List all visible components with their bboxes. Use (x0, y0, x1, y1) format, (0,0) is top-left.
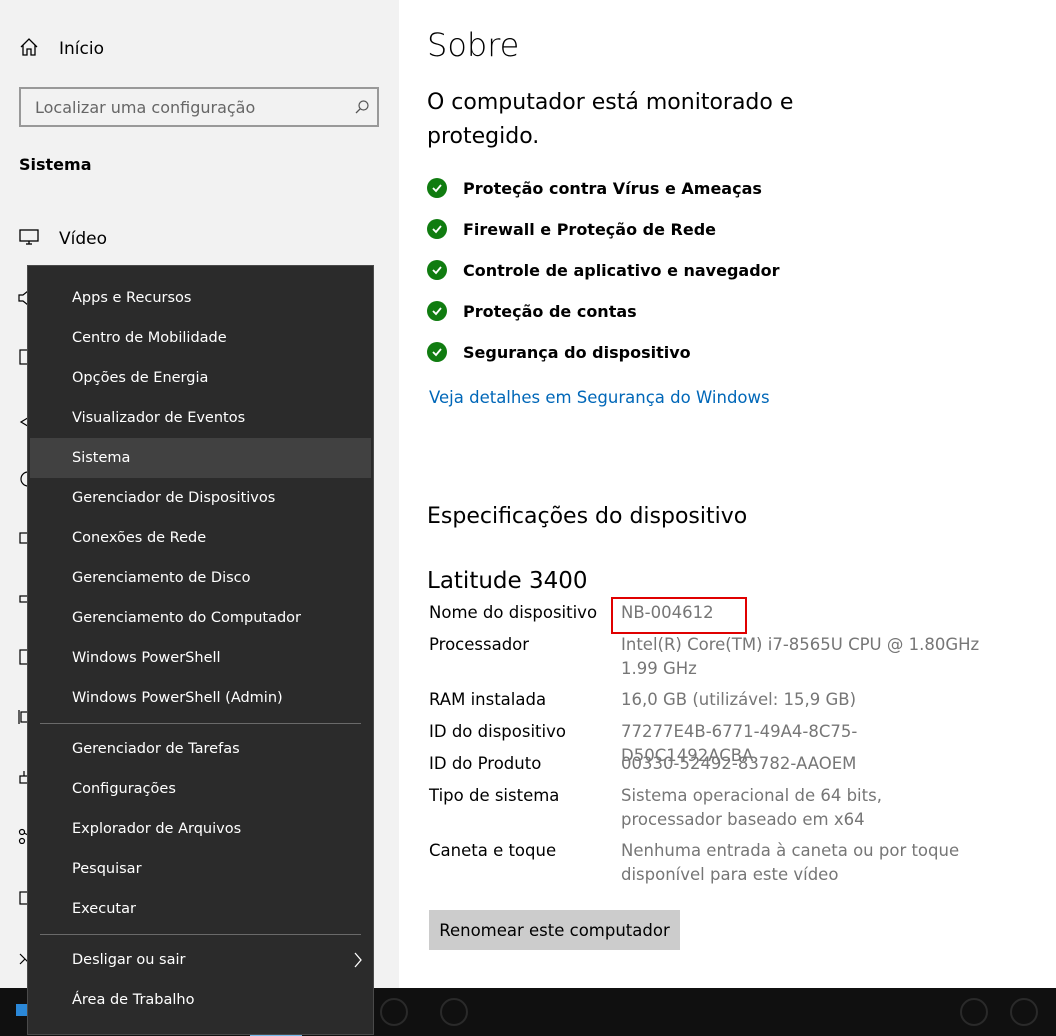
spec-key: Nome do dispositivo (429, 603, 598, 622)
check-circle-icon (427, 260, 447, 280)
taskbar-app-icon[interactable] (380, 998, 408, 1026)
windows-security-link[interactable]: Veja detalhes em Segurança do Windows (429, 388, 770, 407)
check-circle-icon (427, 342, 447, 362)
menu-item-powershell-admin[interactable]: Windows PowerShell (Admin) (30, 678, 371, 718)
menu-item-power-options[interactable]: Opções de Energia (30, 358, 371, 398)
menu-item-apps[interactable]: Apps e Recursos (30, 278, 371, 318)
menu-item-mobility-center[interactable]: Centro de Mobilidade (30, 318, 371, 358)
winx-context-menu: Apps e Recursos Centro de Mobilidade Opç… (27, 265, 374, 1035)
spec-key: ID do dispositivo (429, 722, 566, 741)
security-item-label: Segurança do dispositivo (463, 343, 691, 362)
security-item: Controle de aplicativo e navegador (427, 256, 780, 297)
menu-item-network-connections[interactable]: Conexões de Rede (30, 518, 371, 558)
security-item-label: Proteção de contas (463, 302, 637, 321)
menu-item-event-viewer[interactable]: Visualizador de Eventos (30, 398, 371, 438)
security-item-label: Controle de aplicativo e navegador (463, 261, 780, 280)
chevron-right-icon (353, 952, 363, 972)
device-name-highlight-box (611, 597, 747, 634)
device-model: Latitude 3400 (427, 568, 588, 594)
search-placeholder: Localizar uma configuração (35, 97, 256, 117)
menu-item-desktop[interactable]: Área de Trabalho (30, 980, 371, 1020)
monitor-icon (19, 228, 39, 250)
search-icon (347, 99, 377, 115)
nav-item-video[interactable]: Vídeo (19, 224, 107, 254)
menu-separator (40, 934, 361, 935)
menu-item-shutdown[interactable]: Desligar ou sair (30, 940, 371, 980)
nav-home[interactable]: Início (19, 34, 104, 64)
security-item-label: Firewall e Proteção de Rede (463, 220, 716, 239)
spec-value: Intel(R) Core(TM) i7-8565U CPU @ 1.80GHz… (621, 635, 980, 678)
security-item: Firewall e Proteção de Rede (427, 215, 780, 256)
menu-item-search[interactable]: Pesquisar (30, 849, 371, 889)
check-circle-icon (427, 178, 447, 198)
nav-home-label: Início (59, 39, 104, 59)
settings-search-input[interactable]: Localizar uma configuração (19, 87, 379, 127)
menu-item-task-manager[interactable]: Gerenciador de Tarefas (30, 729, 371, 769)
menu-item-computer-management[interactable]: Gerenciamento do Computador (30, 598, 371, 638)
spec-key: Processador (429, 635, 530, 654)
menu-item-system[interactable]: Sistema (30, 438, 371, 478)
home-icon (19, 37, 39, 61)
menu-item-file-explorer[interactable]: Explorador de Arquivos (30, 809, 371, 849)
taskbar-app-icon[interactable] (960, 998, 988, 1026)
spec-value: Sistema operacional de 64 bits, processa… (621, 786, 882, 829)
security-item: Proteção de contas (427, 297, 780, 338)
spec-value: Nenhuma entrada à caneta ou por toque di… (621, 841, 960, 884)
menu-item-disk-management[interactable]: Gerenciamento de Disco (30, 558, 371, 598)
spec-key: ID do Produto (429, 754, 542, 773)
spec-value: 16,0 GB (utilizável: 15,9 GB) (621, 690, 857, 709)
menu-item-run[interactable]: Executar (30, 889, 371, 929)
nav-item-label: Vídeo (59, 229, 108, 249)
menu-item-settings[interactable]: Configurações (30, 769, 371, 809)
security-status-list: Proteção contra Vírus e Ameaças Firewall… (427, 174, 780, 379)
spec-key: Tipo de sistema (429, 786, 560, 805)
security-item: Segurança do dispositivo (427, 338, 780, 379)
taskbar-app-icon[interactable] (1010, 998, 1038, 1026)
menu-item-device-manager[interactable]: Gerenciador de Dispositivos (30, 478, 371, 518)
spec-key: Caneta e toque (429, 841, 557, 860)
check-circle-icon (427, 219, 447, 239)
menu-item-shutdown-label: Desligar ou sair (72, 952, 186, 968)
check-circle-icon (427, 301, 447, 321)
device-specs-title: Especificações do dispositivo (427, 504, 748, 529)
menu-separator (40, 723, 361, 724)
security-item-label: Proteção contra Vírus e Ameaças (463, 179, 762, 198)
menu-item-powershell[interactable]: Windows PowerShell (30, 638, 371, 678)
protection-status-text: O computador está monitorado e protegido… (427, 90, 794, 149)
spec-value: 00330-52492-83782-AAOEM (621, 754, 857, 773)
rename-pc-button[interactable]: Renomear este computador (429, 910, 680, 950)
nav-section-title: Sistema (19, 155, 92, 174)
page-title: Sobre (427, 26, 520, 64)
security-item: Proteção contra Vírus e Ameaças (427, 174, 780, 215)
about-page: Sobre O computador está monitorado e pro… (399, 0, 1056, 988)
taskbar-app-icon[interactable] (440, 998, 468, 1026)
spec-key: RAM instalada (429, 690, 547, 709)
